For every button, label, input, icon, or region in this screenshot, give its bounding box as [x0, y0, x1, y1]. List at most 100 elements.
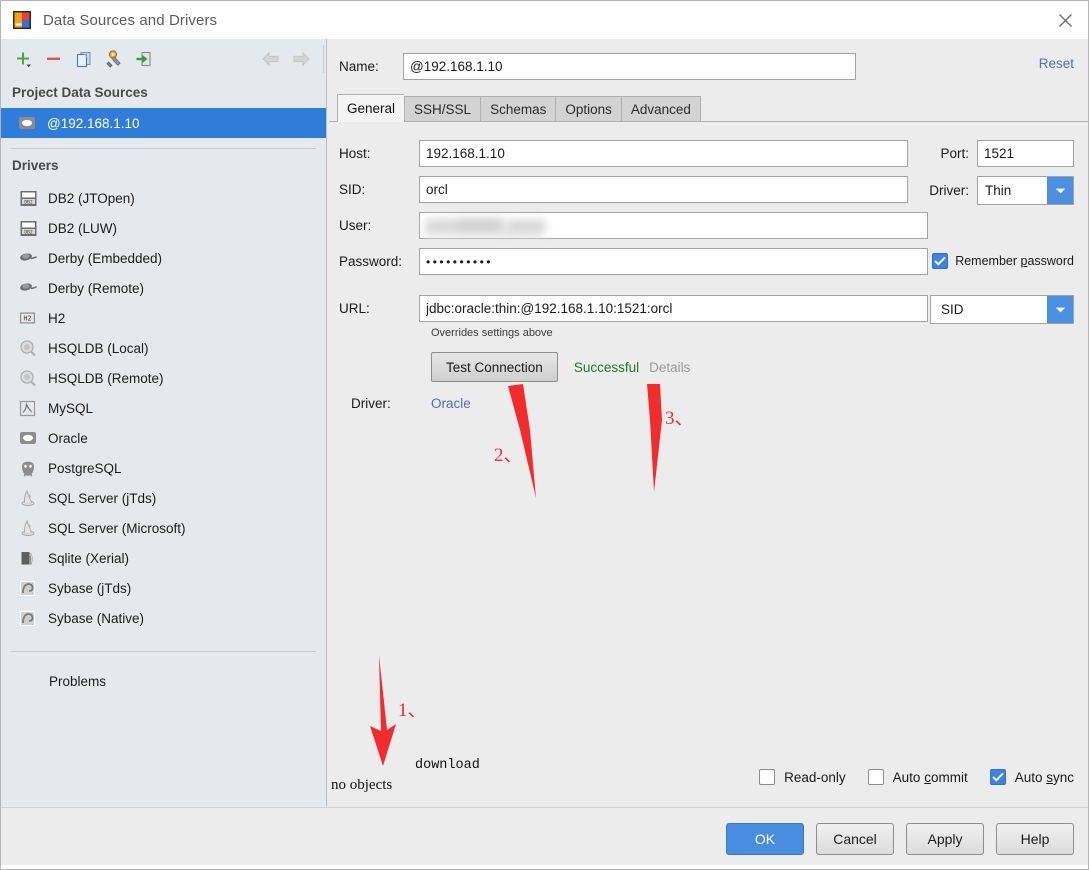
- read-only-checkbox[interactable]: [759, 769, 776, 785]
- sybase-icon: [17, 578, 39, 598]
- copy-icon[interactable]: [69, 44, 99, 74]
- driver-label: Sybase (Native): [48, 610, 145, 626]
- window-titlebar: Data Sources and Drivers: [1, 1, 1088, 39]
- driver-item-oracle[interactable]: Oracle: [1, 423, 326, 453]
- tab-general[interactable]: General: [337, 94, 405, 122]
- url-mode-select[interactable]: SID: [930, 295, 1074, 324]
- drivers-header: Drivers: [12, 158, 59, 173]
- host-input[interactable]: [419, 140, 908, 167]
- panel-bottom-bar: no objects download Read-only Auto commi…: [327, 727, 1088, 807]
- sidebar-item-data-source[interactable]: @192.168.1.10: [1, 108, 326, 138]
- driver-link-row: Driver: Oracle: [351, 396, 1088, 411]
- wrench-icon[interactable]: [99, 44, 129, 74]
- driver-item-db2-jtopen[interactable]: DB2 DB2 (JTOpen): [1, 183, 326, 213]
- sqlserver-icon: [17, 518, 39, 538]
- host-row: Host: Port:: [339, 140, 1088, 167]
- project-data-sources-header: Project Data Sources: [12, 85, 148, 100]
- drivers-list: DB2 DB2 (JTOpen) DB2 DB2 (LUW) Derby (Em…: [1, 181, 326, 633]
- user-input[interactable]: [419, 212, 928, 239]
- annotation-marker-2: 2、: [494, 445, 523, 466]
- driver-item-sybase-native[interactable]: Sybase (Native): [1, 603, 326, 633]
- driver-oracle-link[interactable]: Oracle: [431, 396, 471, 411]
- driver-item-derby-remote[interactable]: Derby (Remote): [1, 273, 326, 303]
- driver-item-hsqldb-local[interactable]: HSQLDB (Local): [1, 333, 326, 363]
- db2-icon: DB2: [17, 218, 39, 238]
- toolbar-divider: [323, 45, 324, 73]
- tab-schemas[interactable]: Schemas: [480, 96, 556, 122]
- driver-label: DB2 (LUW): [48, 220, 118, 236]
- oracle-icon: [17, 428, 39, 448]
- chevron-down-icon: [1047, 296, 1073, 323]
- name-label: Name:: [339, 59, 379, 74]
- test-connection-button[interactable]: Test Connection: [431, 352, 558, 382]
- derby-icon: [17, 248, 39, 268]
- data-source-label: @192.168.1.10: [47, 115, 140, 131]
- import-arrow-icon[interactable]: [129, 44, 159, 74]
- password-label: Password:: [339, 254, 403, 269]
- tab-options[interactable]: Options: [555, 96, 621, 122]
- test-details-link[interactable]: Details: [649, 360, 690, 375]
- remember-password-checkbox[interactable]: [932, 253, 949, 269]
- auto-sync-checkbox[interactable]: [989, 769, 1006, 785]
- driver-item-sqlite-xerial[interactable]: Sqlite (Xerial): [1, 543, 326, 573]
- driver-item-sqlserver-jtds[interactable]: SQL Server (jTds): [1, 483, 326, 513]
- user-row: User:: [339, 212, 1088, 239]
- name-input[interactable]: [403, 53, 856, 80]
- remember-password-group: Remember password: [932, 253, 1074, 269]
- annotation-marker-1: 1、: [398, 700, 427, 721]
- problems-label: Problems: [49, 674, 107, 689]
- sidebar-toolbar: [1, 39, 326, 79]
- driver-label: HSQLDB (Remote): [48, 370, 164, 386]
- auto-commit-checkbox[interactable]: [867, 769, 884, 785]
- sidebar-nav-group: [256, 39, 316, 79]
- driver-label: Sqlite (Xerial): [48, 550, 130, 566]
- download-annotation-text: download: [415, 758, 480, 773]
- driver-item-sybase-jtds[interactable]: Sybase (jTds): [1, 573, 326, 603]
- driver-item-mysql[interactable]: MySQL: [1, 393, 326, 423]
- url-mode-group: SID: [930, 295, 1074, 324]
- name-row: Name: Reset: [327, 39, 1088, 80]
- url-label: URL:: [339, 301, 370, 316]
- remove-data-source-button[interactable]: [39, 44, 69, 74]
- url-input[interactable]: [419, 295, 928, 322]
- ok-button[interactable]: OK: [726, 822, 804, 855]
- read-only-label: Read-only: [784, 769, 846, 785]
- db2-icon: DB2: [17, 188, 39, 208]
- driver-item-sqlserver-microsoft[interactable]: SQL Server (Microsoft): [1, 513, 326, 543]
- driver-type-select[interactable]: Thin: [977, 176, 1074, 205]
- tab-advanced[interactable]: Advanced: [620, 96, 701, 122]
- test-status-successful: Successful: [573, 359, 640, 375]
- sid-row: SID: Driver: Thin: [339, 176, 1088, 205]
- annotation-marker-3: 3、: [665, 408, 694, 429]
- url-mode-value: SID: [941, 302, 964, 317]
- driver-item-postgresql[interactable]: PostgreSQL: [1, 453, 326, 483]
- driver-label: PostgreSQL: [48, 460, 122, 476]
- password-input[interactable]: [419, 248, 928, 275]
- arrow-left-icon[interactable]: [256, 44, 286, 74]
- tab-ssh-ssl[interactable]: SSH/SSL: [404, 96, 481, 122]
- driver-label: Derby (Embedded): [48, 250, 163, 266]
- driver-label: Sybase (jTds): [48, 580, 132, 596]
- close-icon[interactable]: [1042, 1, 1088, 39]
- driver-item-hsqldb-remote[interactable]: HSQLDB (Remote): [1, 363, 326, 393]
- dialog-footer: OK Cancel Apply Help: [1, 807, 1088, 869]
- driver-item-db2-luw[interactable]: DB2 DB2 (LUW): [1, 213, 326, 243]
- hsqldb-icon: [17, 338, 39, 358]
- driver-item-derby-embedded[interactable]: Derby (Embedded): [1, 243, 326, 273]
- svg-text:H2: H2: [24, 315, 32, 323]
- h2-icon: H2: [17, 308, 39, 328]
- sybase-icon: [17, 608, 39, 628]
- hsqldb-icon: [17, 368, 39, 388]
- cancel-button[interactable]: Cancel: [816, 822, 894, 855]
- driver-item-h2[interactable]: H2 H2: [1, 303, 326, 333]
- oracle-icon: [17, 113, 37, 133]
- settings-tabs: General SSH/SSL Schemas Options Advanced: [327, 94, 1088, 122]
- add-data-source-button[interactable]: [9, 44, 39, 74]
- arrow-right-icon[interactable]: [286, 44, 316, 74]
- reset-link[interactable]: Reset: [1039, 56, 1074, 71]
- sqlserver-icon: [17, 488, 39, 508]
- help-button[interactable]: Help: [996, 822, 1074, 855]
- apply-button[interactable]: Apply: [906, 822, 984, 855]
- port-input[interactable]: [977, 140, 1074, 167]
- sid-input[interactable]: [419, 176, 908, 203]
